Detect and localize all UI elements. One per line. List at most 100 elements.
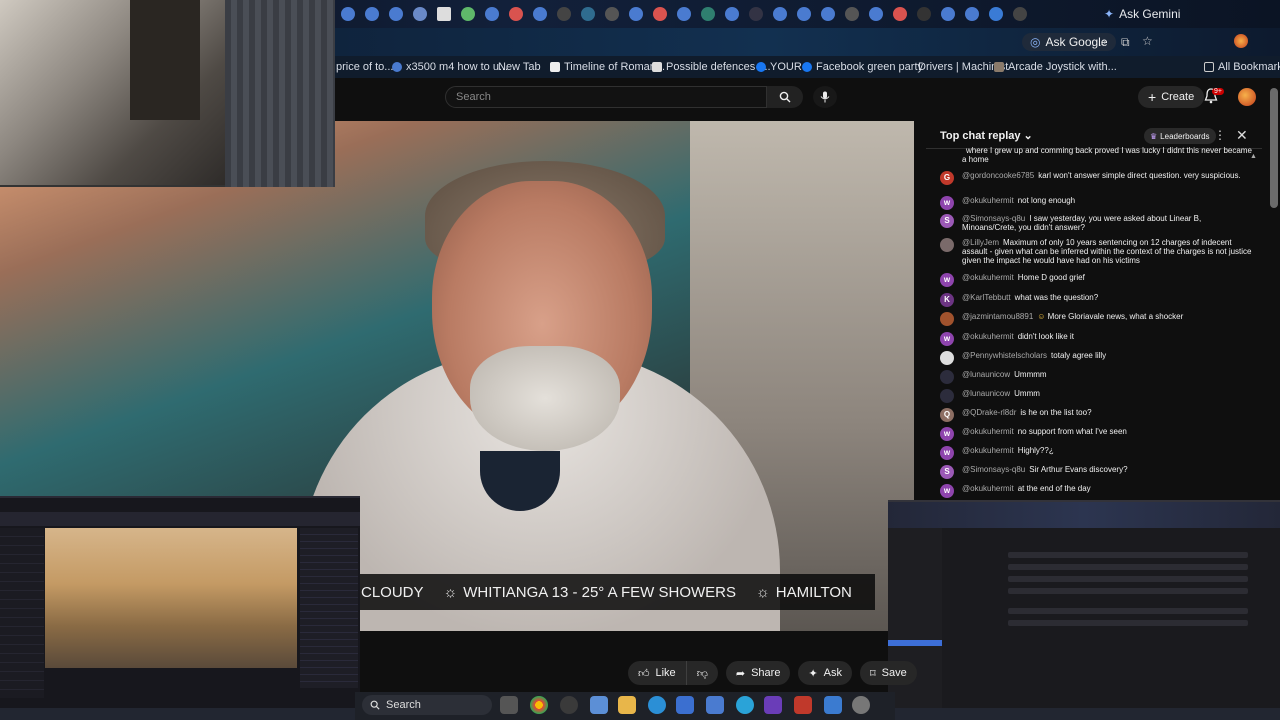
tab-favicon-icon[interactable] — [869, 7, 883, 21]
app-icon[interactable] — [764, 696, 782, 714]
app-icon[interactable] — [560, 696, 578, 714]
tab-favicon-icon[interactable] — [749, 7, 763, 21]
ask-gemini-button[interactable]: ✦ Ask Gemini — [1104, 5, 1180, 23]
preview-row — [1008, 552, 1248, 558]
app-icon[interactable] — [676, 696, 694, 714]
tab-favicon-icon[interactable] — [653, 7, 667, 21]
chat-message: w @okukuhermit no support from what I've … — [940, 427, 1254, 441]
tab-favicon-icon[interactable] — [821, 7, 835, 21]
chat-text: Ummm — [1014, 389, 1040, 398]
chat-message: where I grew up and comming back proved … — [940, 146, 1254, 164]
chat-scrollbar[interactable]: ▲ — [1250, 153, 1257, 498]
save-button[interactable]: ⌑ Save — [860, 661, 917, 685]
new-tab-icon[interactable] — [1013, 7, 1027, 21]
chat-message: K @KarlTebbutt what was the question? — [940, 293, 1254, 307]
tab-favicon-icon[interactable] — [845, 7, 859, 21]
outlook-icon[interactable] — [706, 696, 724, 714]
zoom-icon[interactable]: ⌕ — [1100, 35, 1107, 50]
close-icon[interactable]: ✕ — [1236, 127, 1248, 144]
voice-search-button[interactable] — [813, 86, 837, 108]
ticker-item: WHITIANGA 13 - 25° A FEW SHOWERS — [463, 583, 736, 601]
taskbar-search[interactable]: Search — [362, 695, 492, 715]
like-button[interactable]: 👍︎ Like — [628, 661, 687, 685]
telegram-icon[interactable] — [736, 696, 754, 714]
bookmark-item[interactable]: YOUR — [756, 61, 802, 73]
tab-favicon-icon[interactable] — [917, 7, 931, 21]
stream-preview-overlay — [0, 496, 360, 708]
page-scrollbar[interactable] — [1270, 88, 1278, 208]
all-bookmarks-button[interactable]: All Bookmarks — [1204, 61, 1280, 73]
leaderboards-button[interactable]: ♛ Leaderboards — [1144, 128, 1216, 144]
tab-favicon-icon[interactable] — [725, 7, 739, 21]
chat-more-icon[interactable]: ⋮ — [1214, 128, 1226, 142]
chrome-icon[interactable] — [530, 696, 548, 714]
ask-button[interactable]: ✦ Ask — [798, 661, 852, 685]
file-explorer-icon[interactable] — [618, 696, 636, 714]
tab-favicon-icon[interactable] — [341, 7, 355, 21]
tab-favicon-icon[interactable] — [461, 7, 475, 21]
bookmark-item[interactable]: Facebook green party — [802, 61, 923, 73]
tab-favicon-icon[interactable] — [677, 7, 691, 21]
tab-favicon-icon[interactable] — [941, 7, 955, 21]
app-icon[interactable] — [590, 696, 608, 714]
preview-row — [1008, 576, 1248, 582]
tab-favicon-icon[interactable] — [437, 7, 451, 21]
chat-mode-dropdown[interactable]: Top chat replay ⌄ — [940, 129, 1033, 142]
ticker-item: CLOUDY — [361, 583, 424, 601]
avatar: w — [940, 484, 954, 498]
chat-author: @lunaunicow — [962, 370, 1011, 379]
task-view-icon[interactable] — [500, 696, 518, 714]
chat-author: @gordoncooke6785 — [962, 171, 1035, 180]
tab-favicon-icon[interactable] — [533, 7, 547, 21]
tab-favicon-icon[interactable] — [365, 7, 379, 21]
scroll-up-icon: ▲ — [1250, 153, 1257, 160]
tab-favicon-icon[interactable] — [485, 7, 499, 21]
bookmark-star-icon[interactable]: ☆ — [1142, 34, 1153, 48]
bookmark-item[interactable]: Possible defences t... — [652, 61, 771, 73]
tab-favicon-icon[interactable] — [581, 7, 595, 21]
tab-favicon-icon[interactable] — [629, 7, 643, 21]
tab-favicon-icon[interactable] — [557, 7, 571, 21]
tab-favicon-icon[interactable] — [701, 7, 715, 21]
bookmark-item[interactable]: x3500 m4 how to u... — [392, 61, 508, 73]
create-button[interactable]: + Create — [1138, 86, 1205, 108]
search-button[interactable] — [767, 86, 803, 108]
chat-text: at the end of the day — [1017, 484, 1091, 493]
webcam-curtain — [225, 0, 335, 187]
bookmark-item[interactable]: Arcade Joystick with... — [994, 61, 1117, 73]
tab-favicon-icon[interactable] — [413, 7, 427, 21]
gemini-icon: ✦ — [1104, 7, 1115, 21]
bookmark-label: Timeline of Roman... — [564, 61, 666, 73]
bookmark-label: x3500 m4 how to u... — [406, 61, 509, 73]
chevron-down-icon: ⌄ — [1023, 130, 1033, 142]
tab-favicon-icon[interactable] — [797, 7, 811, 21]
bookmark-item[interactable]: price of to... — [336, 61, 393, 73]
app-icon[interactable] — [824, 696, 842, 714]
account-avatar[interactable] — [1238, 88, 1256, 106]
share-button[interactable]: ➦ Share — [725, 661, 791, 685]
app-icon[interactable] — [794, 696, 812, 714]
profile-avatar-icon[interactable] — [1234, 34, 1248, 48]
tab-favicon-icon[interactable] — [989, 7, 1003, 21]
avatar: G — [940, 171, 954, 185]
bookmark-item[interactable]: New Tab — [498, 61, 541, 73]
tab-favicon-icon[interactable] — [605, 7, 619, 21]
settings-icon[interactable] — [852, 696, 870, 714]
search-input[interactable]: Search — [445, 86, 767, 108]
preview-toolbar — [888, 502, 1280, 528]
tab-favicon-icon[interactable] — [893, 7, 907, 21]
tab-favicon-icon[interactable] — [965, 7, 979, 21]
bookmark-label: Possible defences t... — [666, 61, 771, 73]
chat-author: @Simonsays-q8u — [962, 214, 1026, 223]
tab-favicon-icon[interactable] — [509, 7, 523, 21]
bookmark-label: Arcade Joystick with... — [1008, 61, 1117, 73]
dislike-button[interactable]: 👎︎ — [686, 661, 718, 685]
tab-favicon-icon[interactable] — [773, 7, 787, 21]
tab-favicon-icon[interactable] — [389, 7, 403, 21]
like-label: Like — [655, 667, 676, 679]
avatar: w — [940, 196, 954, 210]
install-icon[interactable]: ⧉ — [1121, 35, 1130, 50]
plus-icon: + — [1148, 89, 1157, 105]
edge-icon[interactable] — [648, 696, 666, 714]
bookmark-item[interactable]: Timeline of Roman... — [550, 61, 665, 73]
